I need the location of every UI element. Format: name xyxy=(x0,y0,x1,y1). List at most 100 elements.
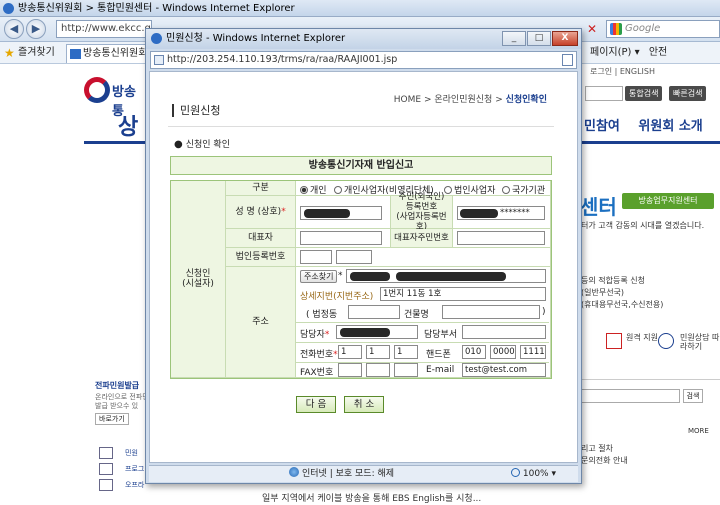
quick-search-button[interactable]: 빠른검색 xyxy=(669,86,707,101)
right-divider xyxy=(580,379,720,380)
security-zone[interactable]: 인터넷 | 보호 모드: 해제 xyxy=(289,466,394,482)
background-window-title: 방송통신위원회 > 통합민원센터 - Windows Internet Expl… xyxy=(0,0,720,17)
ie-icon xyxy=(151,33,162,44)
section-heading: ● 신청인 확인 xyxy=(174,137,230,150)
resident-id-label: 주민(외국인) 등록번호 (사업자등록번호) xyxy=(391,192,453,232)
right-search-input[interactable] xyxy=(580,389,680,403)
email-label: E-mail xyxy=(426,365,455,375)
service-line-2[interactable]: (일반무선국) xyxy=(581,287,624,298)
rep-resident-id-cell xyxy=(453,229,551,248)
refresh-icon[interactable] xyxy=(562,54,573,66)
procedure-link[interactable]: 리고 절차 xyxy=(581,443,613,454)
news-item[interactable]: 일부 지역에서 케이블 방송을 통해 EBS English를 시청... xyxy=(262,491,481,504)
phone-input-2[interactable]: 1 xyxy=(366,345,390,359)
address-detail-label: 상세지번(지번주소) xyxy=(300,292,374,302)
email-input[interactable]: test@test.com xyxy=(462,363,546,377)
contact-link[interactable]: 문의전화 안내 xyxy=(581,455,628,466)
mobile-label: 핸드폰 xyxy=(426,350,451,360)
dept-label: 담당부서 xyxy=(424,330,458,340)
next-button[interactable]: 다 음 xyxy=(296,396,336,413)
remote-service-icon[interactable] xyxy=(606,333,622,349)
name-label-text: 성 명 (상호) xyxy=(235,207,282,217)
popup-title-bar[interactable]: 민원신청 - Windows Internet Explorer _ □ X xyxy=(146,29,581,49)
rep-resident-id-input[interactable] xyxy=(457,231,545,245)
mobile-input-2[interactable]: 0000 xyxy=(490,345,516,359)
sign-links[interactable]: 로그인 | ENGLISH xyxy=(590,66,655,77)
resident-id-cell: ******* xyxy=(453,196,551,229)
service-line-3[interactable]: (휴대용무선국,수신전용) xyxy=(581,299,663,310)
kcc-logo-icon xyxy=(84,77,110,103)
background-search-input[interactable]: Google xyxy=(606,20,720,38)
favorites-button[interactable]: ★ 즐겨찾기 xyxy=(4,45,55,61)
manager-label-text: 담당자 xyxy=(300,330,325,340)
close-paren: ) xyxy=(542,307,546,317)
zoom-control[interactable]: 100% ▾ xyxy=(510,466,556,482)
fax-input-3[interactable] xyxy=(394,363,418,377)
integrated-search-button[interactable]: 통합검색 xyxy=(625,86,663,101)
dong-input[interactable] xyxy=(348,305,400,319)
required-mark: * xyxy=(324,330,330,340)
forward-button[interactable]: ▶ xyxy=(26,19,46,39)
required-mark: * xyxy=(333,350,338,360)
title-divider xyxy=(168,126,554,127)
site-logo[interactable]: 방송통 xyxy=(84,75,144,119)
main-menu-left[interactable]: 상 xyxy=(118,109,138,141)
left-item-offline[interactable]: 오프라 xyxy=(95,477,149,493)
service-line-1[interactable]: 등의 적합등록 신청 xyxy=(581,275,645,286)
radio-individual[interactable]: 개인 xyxy=(300,183,327,196)
mobile-input-1[interactable]: 010 xyxy=(462,345,486,359)
corp-reg-input-2[interactable] xyxy=(336,250,372,264)
representative-input[interactable] xyxy=(300,231,382,245)
stop-icon[interactable]: ✕ xyxy=(584,21,600,37)
back-button[interactable]: ◀ xyxy=(4,19,24,39)
address-detail-input[interactable]: 1번지 11동 1호 xyxy=(380,287,546,301)
shortcut-button[interactable]: 바로가기 xyxy=(95,413,129,425)
radio-label: 법인사업자 xyxy=(454,186,496,196)
page-icon xyxy=(154,55,164,65)
left-item-civil[interactable]: 민원 xyxy=(95,445,149,461)
safety-menu[interactable]: 안전 xyxy=(649,47,667,58)
more-link[interactable]: MORE xyxy=(688,427,709,435)
headset-icon[interactable] xyxy=(658,333,674,349)
ie-icon xyxy=(3,3,14,14)
cancel-button[interactable]: 취 소 xyxy=(344,396,384,413)
menu-about[interactable]: 위원회 소개 xyxy=(638,119,702,134)
representative-cell xyxy=(296,229,391,248)
left-item-program[interactable]: 프로그 xyxy=(95,461,149,477)
menu-participation[interactable]: 민참여 xyxy=(584,119,620,134)
building-input[interactable] xyxy=(442,305,540,319)
right-search-button[interactable]: 검색 xyxy=(683,389,703,403)
service-shortcuts: 원격 지원 민원상담 따라하기 xyxy=(596,331,720,355)
page-menu[interactable]: 페이지(P) ▾ xyxy=(590,47,640,58)
radio-government[interactable]: 국가기관 xyxy=(502,183,545,196)
background-address-bar[interactable]: http://www.ekcc.go xyxy=(56,20,152,38)
building-label: 건물명 xyxy=(404,310,429,320)
background-tab[interactable]: 방송통신위원회 xyxy=(66,44,148,63)
required-mark: * xyxy=(338,271,343,281)
support-center-button[interactable]: 방송업무지원센터 xyxy=(622,193,714,209)
address-area: 주소찾기 * 상세지번(지번주소) 1번지 11동 1호 ( 법정동 건물명 )… xyxy=(296,267,551,378)
document-icon xyxy=(99,447,113,459)
mobile-input-3[interactable]: 1111 xyxy=(520,345,546,359)
address-search-button[interactable]: 주소찾기 xyxy=(300,270,338,283)
corp-reg-cell xyxy=(296,248,551,267)
popup-address-bar[interactable]: http://203.254.110.193/trms/ra/raa/RAAJI… xyxy=(150,51,577,69)
radio-label: 국가기관 xyxy=(512,186,546,196)
phone-input-3[interactable]: 1 xyxy=(394,345,418,359)
left-item-label: 오프라 xyxy=(125,481,145,489)
fax-input-1[interactable] xyxy=(338,363,362,377)
center-title: 센터 xyxy=(580,195,617,219)
minimize-button[interactable]: _ xyxy=(502,31,526,46)
maximize-button[interactable]: □ xyxy=(527,31,551,46)
breadcrumb-parent[interactable]: 온라인민원신청 xyxy=(434,95,492,105)
site-search-input[interactable] xyxy=(585,86,623,101)
close-button[interactable]: X xyxy=(552,31,578,46)
corp-reg-input-1[interactable] xyxy=(300,250,332,264)
breadcrumb-home[interactable]: HOME xyxy=(394,95,421,105)
dept-input[interactable] xyxy=(462,325,546,339)
fax-input-2[interactable] xyxy=(366,363,390,377)
left-item-label: 프로그 xyxy=(125,465,145,473)
phone-input-1[interactable]: 1 xyxy=(338,345,362,359)
security-zone-text: 인터넷 | 보호 모드: 해제 xyxy=(302,469,395,479)
toolbar-commands: 페이지(P) ▾ 안전 xyxy=(590,45,673,61)
